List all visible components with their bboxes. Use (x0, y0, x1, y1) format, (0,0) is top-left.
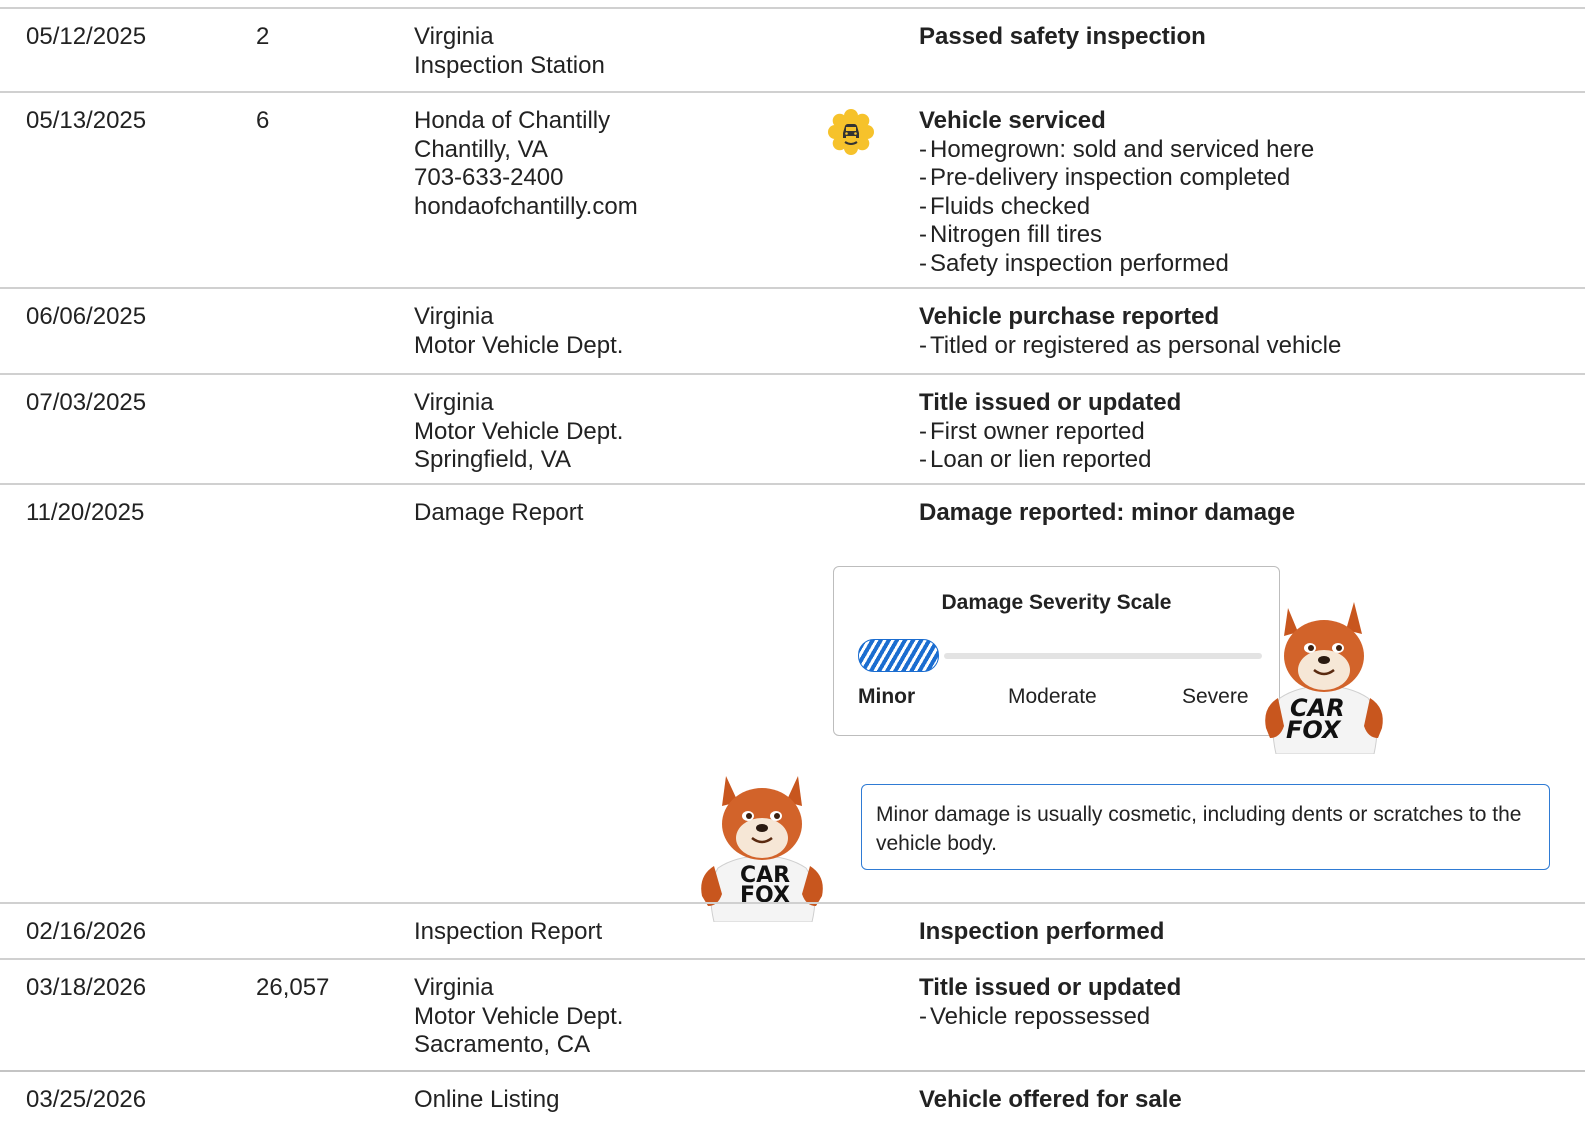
damage-scale-label-minor: Minor (858, 685, 916, 708)
damage-info-note: Minor damage is usually cosmetic, includ… (861, 784, 1550, 870)
history-row: 05/12/2025 2 Virginia Inspection Station… (0, 7, 1585, 92)
record-date: 03/25/2026 (26, 1086, 147, 1113)
source-line: Online Listing (414, 1086, 560, 1113)
record-heading: Vehicle purchase reported (919, 303, 1220, 330)
dealer-location: Chantilly, VA (414, 135, 548, 163)
service-badge-icon (828, 109, 874, 155)
record-detail: Homegrown: sold and serviced here (919, 136, 1314, 165)
car-fox-mascot-icon: CAR FOX (701, 776, 823, 922)
record-heading: Damage reported: minor damage (919, 499, 1296, 526)
record-detail: Fluids checked (919, 193, 1314, 222)
record-date: 11/20/2025 (26, 499, 145, 526)
record-source: Damage Report (414, 499, 583, 528)
source-line: Virginia (414, 303, 494, 330)
record-source: Online Listing (414, 1086, 559, 1115)
damage-severity-scale: Damage Severity Scale Minor Moderate Sev… (833, 566, 1280, 736)
source-line: Virginia (414, 23, 494, 50)
record-detail: First owner reported (919, 418, 1181, 447)
record-source: Inspection Report (414, 918, 602, 947)
record-comments: Passed safety inspection (919, 23, 1206, 52)
source-line: Springfield, VA (414, 446, 571, 473)
record-source: Virginia Motor Vehicle Dept. Springfield… (414, 389, 623, 475)
dealer-name: Honda of Chantilly (414, 107, 611, 134)
source-line: Virginia (414, 974, 494, 1001)
dealer-phone[interactable]: 703-633-2400 (414, 164, 638, 193)
service-badge (826, 107, 876, 162)
history-row: 06/06/2025 Virginia Motor Vehicle Dept. … (0, 287, 1585, 374)
record-mileage: 26,057 (256, 974, 330, 1001)
history-row: 03/18/2026 26,057 Virginia Motor Vehicle… (0, 958, 1585, 1071)
damage-scale-track (944, 653, 1262, 659)
record-comments: Inspection performed (919, 918, 1164, 947)
car-fox-mascot-icon: CAR FOX (1265, 602, 1383, 754)
history-row: 03/25/2026 Online Listing Vehicle offere… (0, 1070, 1585, 1135)
damage-scale-label-moderate: Moderate (1008, 685, 1097, 708)
record-heading: Vehicle serviced (919, 107, 1106, 134)
record-comments: Title issued or updated First owner repo… (919, 389, 1181, 475)
source-line: Damage Report (414, 499, 584, 526)
record-comments: Vehicle purchase reported Titled or regi… (919, 303, 1341, 360)
record-date: 06/06/2025 (26, 303, 147, 330)
damage-scale-title: Damage Severity Scale (941, 591, 1172, 614)
damage-scale-fill (858, 639, 939, 672)
record-source: Virginia Inspection Station (414, 23, 605, 80)
record-comments: Title issued or updated Vehicle reposses… (919, 974, 1181, 1031)
record-heading: Passed safety inspection (919, 23, 1206, 50)
damage-scale-label-severe: Severe (1182, 685, 1249, 708)
history-row: 05/13/2025 6 Honda of Chantilly Chantill… (0, 91, 1585, 288)
record-comments: Damage reported: minor damage (919, 499, 1295, 528)
record-comments: Vehicle serviced Homegrown: sold and ser… (919, 107, 1314, 278)
record-source: Virginia Motor Vehicle Dept. (414, 303, 623, 360)
history-row: 07/03/2025 Virginia Motor Vehicle Dept. … (0, 373, 1585, 484)
record-mileage: 2 (256, 23, 270, 50)
record-heading: Title issued or updated (919, 389, 1182, 416)
source-line: Virginia (414, 389, 494, 416)
record-mileage: 6 (256, 107, 270, 134)
dealer-website-link[interactable]: hondaofchantilly.com (414, 193, 638, 222)
record-comments: Vehicle offered for sale (919, 1086, 1182, 1115)
mascot-shirt-text: FOX (1286, 716, 1342, 744)
record-detail: Titled or registered as personal vehicle (919, 332, 1341, 361)
record-detail: Vehicle repossessed (919, 1003, 1181, 1032)
record-date: 07/03/2025 (26, 389, 147, 416)
record-detail: Loan or lien reported (919, 446, 1181, 475)
record-detail: Pre-delivery inspection completed (919, 164, 1314, 193)
record-source: Honda of Chantilly Chantilly, VA 703-633… (414, 107, 638, 221)
source-line: Sacramento, CA (414, 1031, 591, 1058)
record-date: 05/12/2025 (26, 23, 147, 50)
record-heading: Vehicle offered for sale (919, 1086, 1182, 1113)
source-line: Inspection Report (414, 918, 603, 945)
record-detail: Safety inspection performed (919, 250, 1314, 279)
record-date: 05/13/2025 (26, 107, 147, 134)
source-line: Motor Vehicle Dept. (414, 417, 624, 445)
record-date: 03/18/2026 (26, 974, 147, 1001)
record-detail: Nitrogen fill tires (919, 221, 1314, 250)
record-source: Virginia Motor Vehicle Dept. Sacramento,… (414, 974, 623, 1060)
record-date: 02/16/2026 (26, 918, 147, 945)
record-heading: Title issued or updated (919, 974, 1182, 1001)
record-heading: Inspection performed (919, 918, 1165, 945)
source-line: Inspection Station (414, 51, 605, 79)
source-line: Motor Vehicle Dept. (414, 1002, 624, 1030)
history-row: 02/16/2026 Inspection Report Inspection … (0, 902, 1585, 959)
source-line: Motor Vehicle Dept. (414, 331, 624, 359)
